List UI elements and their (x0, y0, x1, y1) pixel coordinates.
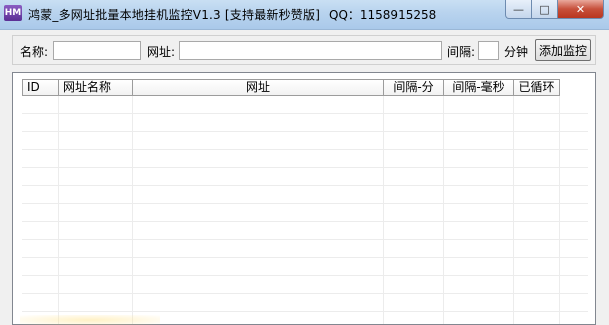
interval-label: 间隔: (447, 45, 476, 59)
decorative-glow (20, 315, 160, 325)
url-input[interactable] (179, 41, 442, 60)
grid-row-line (22, 203, 588, 204)
grid-row-line (22, 257, 588, 258)
grid-row-line (22, 131, 588, 132)
grid-row-line (22, 149, 588, 150)
url-label: 网址: (147, 45, 176, 59)
maximize-icon: □ (539, 2, 550, 16)
grid-row-line (22, 293, 588, 294)
column-header-id[interactable]: ID (23, 80, 59, 95)
add-monitor-button[interactable]: 添加监控 (535, 39, 591, 61)
close-icon: ✕ (575, 2, 586, 16)
window-controls: — □ ✕ (505, 0, 604, 20)
grid-row-line (22, 275, 588, 276)
column-header-interval-ms[interactable]: 间隔-毫秒 (444, 80, 514, 95)
name-input[interactable] (53, 41, 141, 60)
interval-input[interactable] (478, 41, 499, 60)
interval-unit-label: 分钟 (504, 45, 529, 59)
grid-row-line (22, 167, 588, 168)
minimize-button[interactable]: — (505, 0, 532, 19)
name-label: 名称: (20, 45, 49, 59)
add-monitor-group: 名称: 网址: 间隔: 分钟 添加监控 (12, 35, 596, 65)
qq-contact-label: QQ：1158915258 (329, 8, 437, 22)
minimize-icon: — (513, 2, 524, 16)
column-header-site-name[interactable]: 网址名称 (59, 80, 133, 95)
grid-row-line (22, 239, 588, 240)
app-icon: HM (4, 5, 22, 21)
grid-row-line (22, 113, 588, 114)
column-header-loop-count[interactable]: 已循环 (514, 80, 560, 95)
close-button[interactable]: ✕ (558, 0, 604, 19)
column-header-interval-min[interactable]: 间隔-分 (384, 80, 444, 95)
list-header: ID 网址名称 网址 间隔-分 间隔-毫秒 已循环 (22, 79, 560, 96)
grid-row-line (22, 311, 588, 312)
list-body[interactable] (22, 96, 588, 324)
monitor-list[interactable]: ID 网址名称 网址 间隔-分 间隔-毫秒 已循环 (12, 72, 596, 325)
grid-row-line (22, 185, 588, 186)
maximize-button[interactable]: □ (532, 0, 558, 19)
column-header-url[interactable]: 网址 (133, 80, 384, 95)
title-bar[interactable]: HM 鸿蒙_多网址批量本地挂机监控V1.3 [支持最新秒赞版] QQ：11589… (0, 0, 609, 30)
window-title: 鸿蒙_多网址批量本地挂机监控V1.3 [支持最新秒赞版] (28, 8, 321, 22)
grid-row-line (22, 221, 588, 222)
